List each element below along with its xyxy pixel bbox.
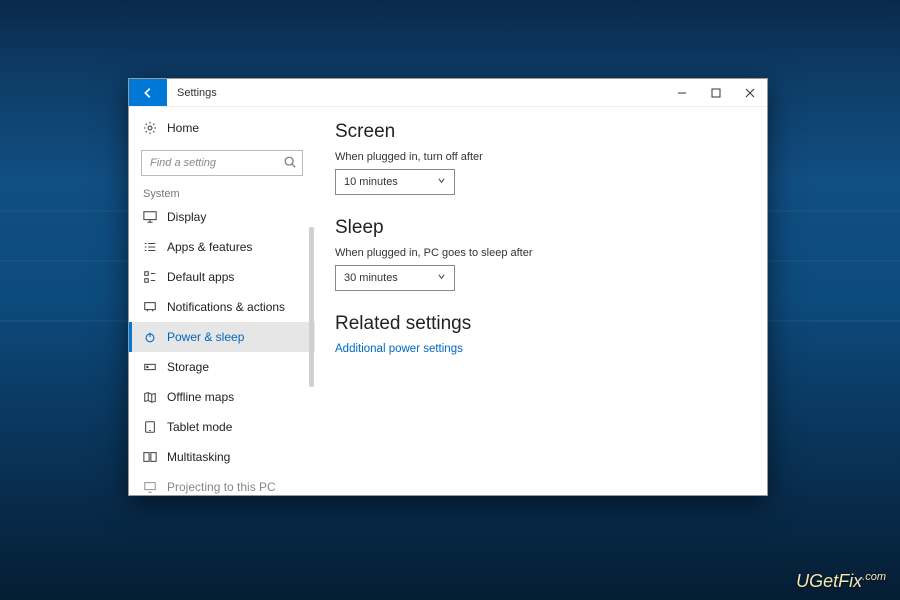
sidebar-item-label: Tablet mode [167, 420, 232, 434]
sidebar-section-label: System [129, 182, 315, 202]
gear-icon [143, 121, 157, 135]
titlebar: Settings [129, 79, 767, 107]
map-icon [143, 390, 157, 404]
power-icon [143, 330, 157, 344]
sidebar-item-label: Power & sleep [167, 330, 244, 344]
monitor-icon [143, 210, 157, 224]
notifications-icon [143, 300, 157, 314]
sidebar-item-label: Apps & features [167, 240, 252, 254]
search-icon [283, 155, 297, 169]
additional-power-settings-link[interactable]: Additional power settings [335, 343, 747, 355]
back-button[interactable] [129, 79, 167, 106]
related-heading: Related settings [335, 313, 747, 335]
sidebar-scrollbar[interactable] [309, 227, 314, 387]
defaults-icon [143, 270, 157, 284]
sidebar-item-label: Storage [167, 360, 209, 374]
sidebar-item-apps[interactable]: Apps & features [129, 232, 315, 262]
project-icon [143, 480, 157, 494]
sidebar-item-label: Projecting to this PC [167, 480, 276, 494]
sidebar-item-default-apps[interactable]: Default apps [129, 262, 315, 292]
sidebar-home[interactable]: Home [129, 113, 315, 142]
sidebar-item-display[interactable]: Display [129, 202, 315, 232]
settings-window: Settings Home System Display [128, 78, 768, 496]
maximize-button[interactable] [699, 79, 733, 106]
content-pane: Screen When plugged in, turn off after 1… [315, 107, 767, 495]
multitask-icon [143, 450, 157, 464]
sleep-dropdown[interactable]: 30 minutes [335, 265, 455, 291]
sidebar-item-label: Notifications & actions [167, 300, 285, 314]
search-input[interactable] [141, 150, 303, 176]
screen-off-dropdown[interactable]: 10 minutes [335, 169, 455, 195]
sidebar-item-notifications[interactable]: Notifications & actions [129, 292, 315, 322]
watermark: UGetFix.com [796, 571, 886, 592]
storage-icon [143, 360, 157, 374]
sidebar-item-label: Display [167, 210, 206, 224]
sidebar-item-storage[interactable]: Storage [129, 352, 315, 382]
sidebar-item-label: Offline maps [167, 390, 234, 404]
screen-heading: Screen [335, 121, 747, 143]
close-button[interactable] [733, 79, 767, 106]
list-icon [143, 240, 157, 254]
search-wrap [141, 150, 303, 176]
sleep-label: When plugged in, PC goes to sleep after [335, 247, 747, 259]
minimize-button[interactable] [665, 79, 699, 106]
sidebar-item-label: Default apps [167, 270, 234, 284]
chevron-down-icon [437, 272, 446, 284]
sidebar-item-projecting[interactable]: Projecting to this PC [129, 472, 315, 495]
sidebar-nav: Display Apps & features Default apps Not… [129, 202, 315, 495]
tablet-icon [143, 420, 157, 434]
screen-off-value: 10 minutes [344, 176, 398, 188]
sidebar: Home System Display Apps & features D [129, 107, 315, 495]
chevron-down-icon [437, 176, 446, 188]
sidebar-item-label: Multitasking [167, 450, 230, 464]
sidebar-item-offline-maps[interactable]: Offline maps [129, 382, 315, 412]
window-title: Settings [167, 79, 227, 106]
sidebar-item-multitasking[interactable]: Multitasking [129, 442, 315, 472]
sleep-value: 30 minutes [344, 272, 398, 284]
sidebar-item-tablet-mode[interactable]: Tablet mode [129, 412, 315, 442]
screen-off-label: When plugged in, turn off after [335, 151, 747, 163]
sidebar-item-power-sleep[interactable]: Power & sleep [129, 322, 315, 352]
sleep-heading: Sleep [335, 217, 747, 239]
window-controls [665, 79, 767, 106]
sidebar-home-label: Home [167, 121, 199, 135]
